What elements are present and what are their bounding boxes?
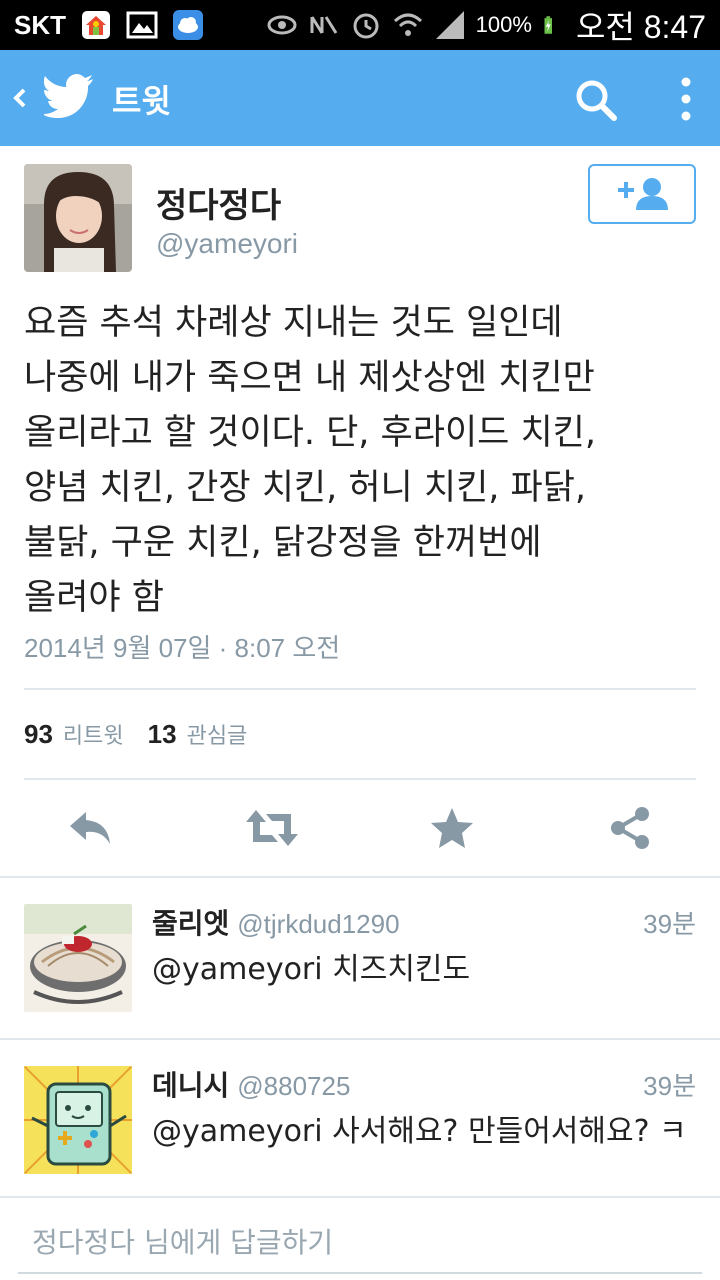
clock: 오전 8:47: [575, 9, 706, 45]
reply-compose-bar: [18, 1214, 702, 1274]
reply-item[interactable]: 줄리엣 @tjrkdud1290 39분 @yameyori 치즈치킨도: [0, 876, 720, 1038]
page-title: 트윗: [112, 82, 171, 120]
overflow-menu-icon[interactable]: [672, 74, 700, 124]
signal-icon: [435, 11, 464, 39]
reply-input[interactable]: [18, 1214, 702, 1270]
tweet-text-line: 나중에 내가 죽으면 내 제삿상엔 치킨만: [24, 358, 595, 398]
reply-icon[interactable]: [66, 806, 114, 850]
cloud-icon: [173, 10, 203, 40]
reply-author-name-text: 데니시: [152, 1069, 230, 1102]
add-user-icon: [618, 178, 668, 210]
battery-percent: 100%: [475, 12, 532, 37]
tweet-text-line: 올리라고 할 것이다. 단, 후라이드 치킨,: [24, 413, 597, 453]
tweet-text-line: 올려야 함: [24, 578, 164, 618]
reply-avatar[interactable]: [24, 904, 132, 1012]
reply-author-name[interactable]: 데니시 @880725: [152, 1064, 350, 1104]
nfc-icon: [310, 16, 337, 34]
tweet-stats: 93 리트윗 13 관심글: [24, 718, 261, 758]
author-handle[interactable]: @yameyori: [156, 228, 298, 260]
twitter-bird-icon[interactable]: [44, 74, 94, 118]
reply-author-handle: @880725: [237, 1071, 351, 1101]
gallery-icon: [126, 11, 158, 39]
alarm-icon: [353, 13, 379, 39]
divider: [24, 688, 696, 690]
favorite-icon[interactable]: [428, 806, 476, 850]
tweet-timestamp: 2014년 9월 07일 · 8:07 오전: [24, 633, 341, 663]
reply-author-name[interactable]: 줄리엣 @tjrkdud1290: [152, 902, 400, 942]
home-app-icon: [82, 11, 110, 39]
reply-text: @yameyori 치즈치킨도: [152, 952, 471, 987]
favorite-label[interactable]: 관심글: [187, 718, 248, 750]
divider: [24, 778, 696, 780]
carrier-label: SKT: [14, 9, 66, 40]
retweet-label[interactable]: 리트윗: [63, 718, 124, 750]
tweet-text-line: 양념 치킨, 간장 치킨, 허니 치킨, 파닭,: [24, 468, 587, 508]
tweet-text-line: 요즘 추석 차례상 지내는 것도 일인데: [24, 303, 563, 343]
battery-icon: [544, 16, 552, 34]
action-bar: 트윗: [0, 50, 720, 146]
divider: [0, 1196, 720, 1198]
eye-icon: [267, 15, 297, 35]
back-arrow-icon[interactable]: [10, 80, 30, 116]
reply-author-name-text: 줄리엣: [152, 907, 230, 940]
status-bar: SKT 100% 오전 8:47: [0, 0, 720, 50]
reply-time: 39분: [643, 1071, 696, 1101]
author-avatar[interactable]: [24, 164, 132, 272]
reply-time: 39분: [643, 909, 696, 939]
follow-button[interactable]: [588, 164, 696, 224]
favorite-count[interactable]: 13: [148, 719, 177, 750]
reply-author-handle: @tjrkdud1290: [237, 909, 400, 939]
reply-item[interactable]: 데니시 @880725 39분 @yameyori 사서해요? 만들어서해요? ㅋ: [0, 1038, 720, 1196]
author-name[interactable]: 정다정다: [156, 178, 281, 227]
reply-text: @yameyori 사서해요? 만들어서해요? ㅋ: [152, 1114, 687, 1149]
search-icon[interactable]: [574, 78, 618, 122]
retweet-icon[interactable]: [244, 806, 300, 850]
reply-avatar[interactable]: [24, 1066, 132, 1174]
tweet-text: 요즘 추석 차례상 지내는 것도 일인데 나중에 내가 죽으면 내 제삿상엔 치…: [24, 296, 696, 626]
share-icon[interactable]: [606, 806, 654, 850]
tweet-text-line: 불닭, 구운 치킨, 닭강정을 한꺼번에: [24, 523, 542, 563]
retweet-count[interactable]: 93: [24, 719, 53, 750]
wifi-icon: [393, 13, 422, 36]
